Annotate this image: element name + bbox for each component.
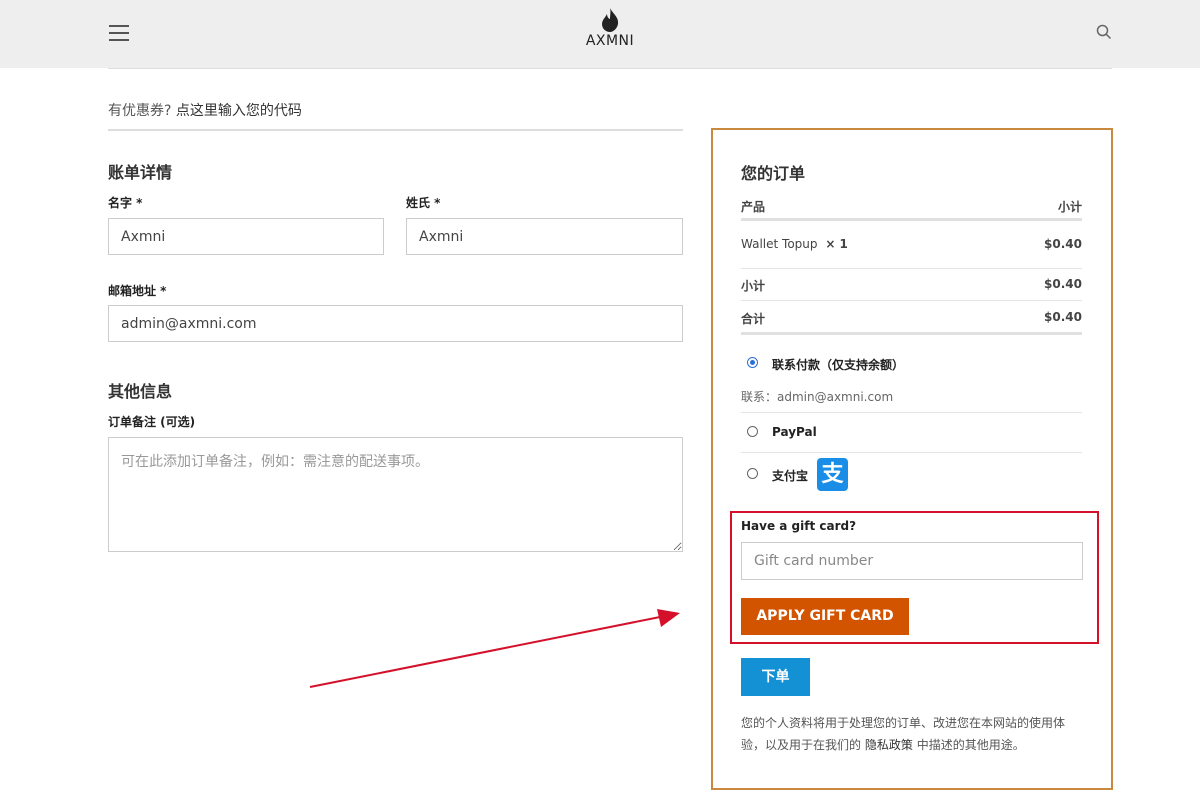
payment-alipay-label[interactable]: 支付宝 bbox=[772, 467, 808, 484]
total-label: 合计 bbox=[741, 312, 766, 326]
email-label: 邮箱地址 * bbox=[108, 284, 167, 298]
first-name-input[interactable] bbox=[108, 218, 384, 255]
flame-logo-icon bbox=[602, 8, 619, 32]
logo-text: AXMNI bbox=[585, 33, 635, 49]
item-quantity: × 1 bbox=[825, 237, 848, 251]
subtotal-label: 小计 bbox=[741, 279, 766, 293]
coupon-notice: 有优惠券? 点这里输入您的代码 bbox=[108, 100, 302, 120]
order-table-header: 产品 小计 bbox=[741, 198, 1082, 215]
item-name: Wallet Topup bbox=[741, 237, 818, 251]
billing-title: 账单详情 bbox=[108, 163, 173, 182]
header-divider bbox=[108, 68, 1112, 69]
hamburger-menu-icon[interactable] bbox=[109, 25, 129, 41]
email-input[interactable] bbox=[108, 305, 683, 342]
first-name-label: 名字 * bbox=[108, 196, 143, 210]
last-name-input[interactable] bbox=[406, 218, 683, 255]
apply-gift-card-button[interactable]: APPLY GIFT CARD bbox=[741, 598, 909, 635]
additional-info-title: 其他信息 bbox=[108, 382, 173, 401]
gift-card-label: Have a gift card? bbox=[741, 519, 857, 533]
payment-alipay-radio[interactable] bbox=[747, 468, 758, 479]
last-name-label: 姓氏 * bbox=[406, 196, 441, 210]
site-logo[interactable]: AXMNI bbox=[575, 8, 645, 49]
order-notes-textarea[interactable] bbox=[108, 437, 683, 552]
payment-paypal-radio[interactable] bbox=[747, 426, 758, 437]
payment-contact-label[interactable]: 联系付款（仅支持余额） bbox=[772, 356, 904, 373]
coupon-link[interactable]: 点这里输入您的代码 bbox=[176, 103, 302, 119]
payment-contact-description: 联系：admin@axmni.com bbox=[741, 390, 894, 404]
order-title: 您的订单 bbox=[741, 164, 806, 183]
total-row: 合计 $0.40 bbox=[741, 310, 1082, 327]
col-subtotal-header: 小计 bbox=[1057, 200, 1082, 214]
privacy-policy-link[interactable]: 隐私政策 bbox=[865, 738, 913, 752]
alipay-icon: 支 bbox=[817, 458, 848, 491]
total-divider bbox=[741, 332, 1082, 335]
annotation-arrow bbox=[309, 609, 680, 688]
item-price: $0.40 bbox=[1044, 237, 1082, 251]
privacy-text-after: 中描述的其他用途。 bbox=[916, 738, 1025, 752]
order-item-row: Wallet Topup × 1 $0.40 bbox=[741, 237, 1082, 251]
order-header-divider bbox=[741, 218, 1082, 221]
payment-divider-1 bbox=[741, 412, 1082, 413]
coupon-prompt: 有优惠券? bbox=[108, 103, 172, 119]
order-notes-label: 订单备注 (可选) bbox=[108, 415, 196, 429]
privacy-notice: 您的个人资料将用于处理您的订单、改进您在本网站的使用体验，以及用于在我们的 隐私… bbox=[741, 712, 1086, 756]
total-value: $0.40 bbox=[1044, 310, 1082, 324]
gift-card-input[interactable] bbox=[741, 542, 1083, 580]
site-header: AXMNI bbox=[0, 0, 1200, 68]
col-product-header: 产品 bbox=[741, 200, 766, 214]
coupon-divider bbox=[108, 129, 683, 131]
search-icon[interactable] bbox=[1096, 24, 1114, 42]
subtotal-value: $0.40 bbox=[1044, 277, 1082, 291]
place-order-button[interactable]: 下单 bbox=[741, 658, 810, 696]
payment-divider-2 bbox=[741, 452, 1082, 453]
subtotal-row: 小计 $0.40 bbox=[741, 277, 1082, 294]
subtotal-divider bbox=[741, 300, 1082, 301]
payment-contact-radio[interactable] bbox=[747, 357, 758, 368]
item-divider bbox=[741, 268, 1082, 269]
payment-paypal-label[interactable]: PayPal bbox=[772, 425, 817, 439]
